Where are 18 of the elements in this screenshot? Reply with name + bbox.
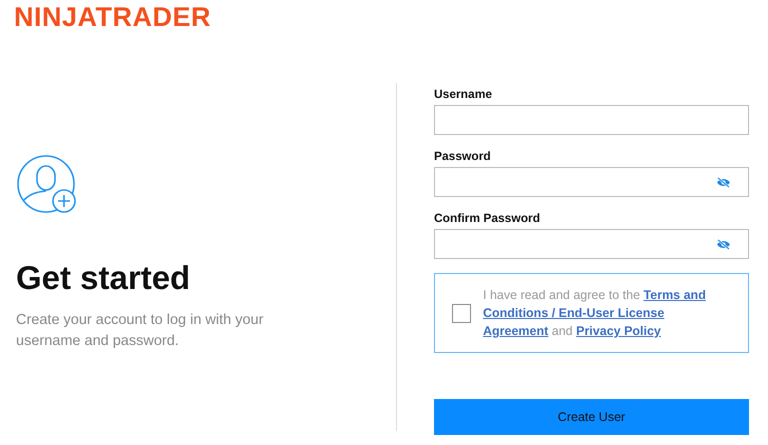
link[interactable]: Agreement (483, 324, 548, 338)
hidden-eye-icon[interactable] (716, 238, 731, 250)
create-user-button[interactable]: Create User (434, 399, 749, 435)
field-label: Username (434, 87, 492, 101)
password-field[interactable] (434, 229, 749, 259)
field-label: Password (434, 149, 491, 163)
agreement-text: I have read and agree to the Terms and Conditions / End-User License Agreement and Privacy Policy (483, 287, 707, 340)
field-label: Confirm Password (434, 211, 540, 225)
username-field[interactable] (434, 105, 749, 135)
link[interactable]: Terms and (644, 288, 706, 302)
agreement-checkbox[interactable] (452, 304, 471, 322)
link[interactable]: Privacy Policy (576, 324, 661, 338)
password-field[interactable] (434, 167, 749, 197)
link[interactable]: Conditions / End-User License (483, 306, 664, 320)
hidden-eye-icon[interactable] (716, 176, 731, 188)
page-title: Get started (16, 258, 192, 298)
logo: NINJATRADER (14, 2, 212, 32)
subtitle: Create your account to log in with your username and password. (16, 311, 264, 351)
